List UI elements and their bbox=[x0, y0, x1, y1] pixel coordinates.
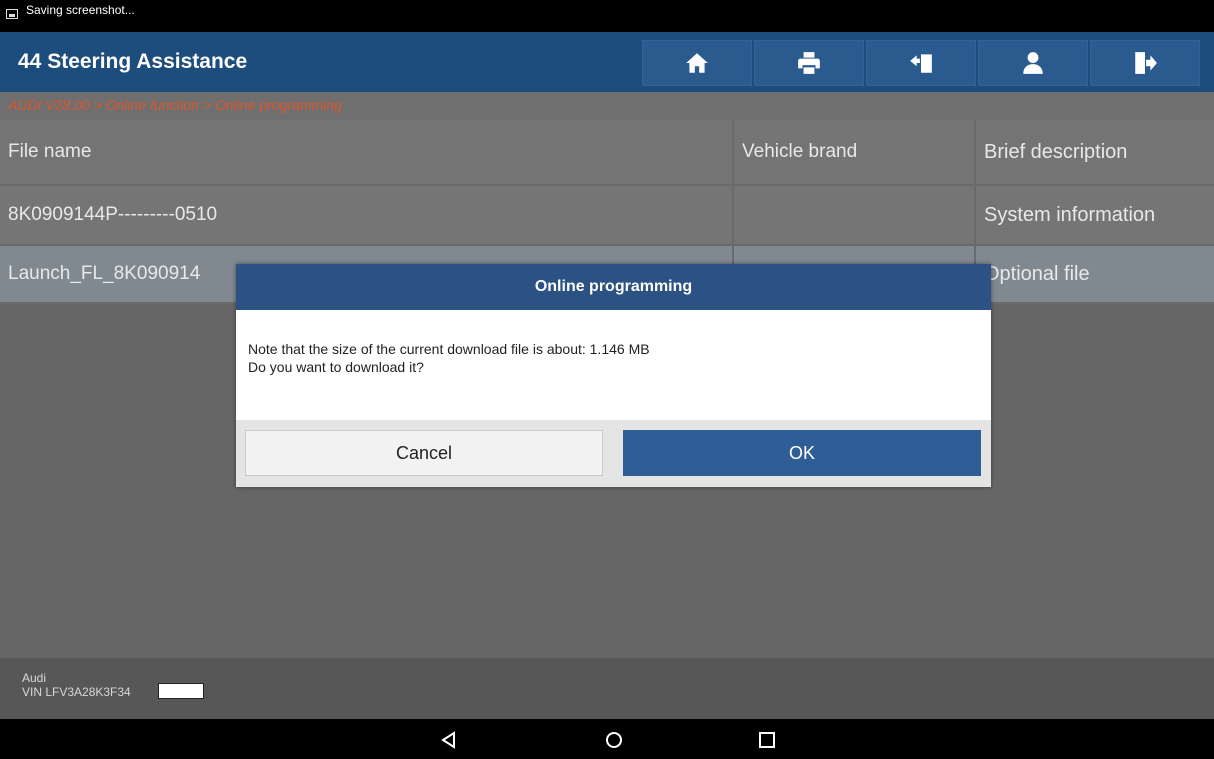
breadcrumb-text: AUDI V28.00 > Online function > Online p… bbox=[8, 97, 342, 113]
vin-redaction-box bbox=[158, 683, 204, 699]
table-header-row: File name Vehicle brand Brief descriptio… bbox=[0, 120, 1214, 186]
screenshot-icon bbox=[6, 9, 18, 19]
description-cell: Optional file bbox=[984, 262, 1090, 285]
column-header-brief-description: Brief description bbox=[984, 140, 1128, 163]
user-icon bbox=[1023, 52, 1043, 74]
cancel-button[interactable]: Cancel bbox=[245, 430, 603, 476]
file-name-cell: 8K0909144P---------0510 bbox=[0, 186, 734, 244]
column-header-vehicle-brand: Vehicle brand bbox=[734, 120, 976, 184]
back-icon[interactable] bbox=[438, 729, 460, 751]
toolbar bbox=[642, 40, 1200, 86]
vehicle-brand-label: Audi bbox=[22, 671, 47, 685]
print-button[interactable] bbox=[754, 40, 864, 86]
dialog-message-line-1: Note that the size of the current downlo… bbox=[248, 341, 650, 357]
print-icon bbox=[798, 52, 820, 74]
exit-button[interactable] bbox=[1090, 40, 1200, 86]
navigation-bar bbox=[0, 719, 1214, 759]
breadcrumb: AUDI V28.00 > Online function > Online p… bbox=[0, 92, 1214, 120]
description-cell: System information bbox=[984, 203, 1156, 226]
exit-icon bbox=[1135, 52, 1157, 74]
home-button[interactable] bbox=[642, 40, 752, 86]
report-button[interactable] bbox=[866, 40, 976, 86]
vehicle-info-footer: Audi VIN LFV3A28K3F34 bbox=[0, 658, 1214, 719]
status-bar: Saving screenshot... bbox=[0, 0, 1214, 32]
dialog-message: Note that the size of the current downlo… bbox=[236, 310, 991, 420]
dialog-buttons: Cancel OK bbox=[236, 420, 991, 487]
recent-apps-icon[interactable] bbox=[756, 729, 778, 751]
column-header-file-name: File name bbox=[0, 120, 734, 184]
report-icon bbox=[910, 54, 932, 73]
vin-label: VIN LFV3A28K3F34 bbox=[22, 685, 131, 699]
user-button[interactable] bbox=[978, 40, 1088, 86]
dialog-title: Online programming bbox=[236, 264, 991, 310]
ok-button[interactable]: OK bbox=[623, 430, 981, 476]
table-row[interactable]: 8K0909144P---------0510 System informati… bbox=[0, 186, 1214, 246]
status-text: Saving screenshot... bbox=[26, 3, 135, 17]
vehicle-brand-cell bbox=[734, 186, 976, 244]
app-header: 44 Steering Assistance bbox=[0, 32, 1214, 92]
page-title: 44 Steering Assistance bbox=[18, 50, 248, 73]
dialog-message-line-2: Do you want to download it? bbox=[248, 359, 424, 375]
home-nav-icon[interactable] bbox=[603, 729, 625, 751]
home-icon bbox=[686, 53, 708, 73]
online-programming-dialog: Online programming Note that the size of… bbox=[236, 264, 991, 487]
